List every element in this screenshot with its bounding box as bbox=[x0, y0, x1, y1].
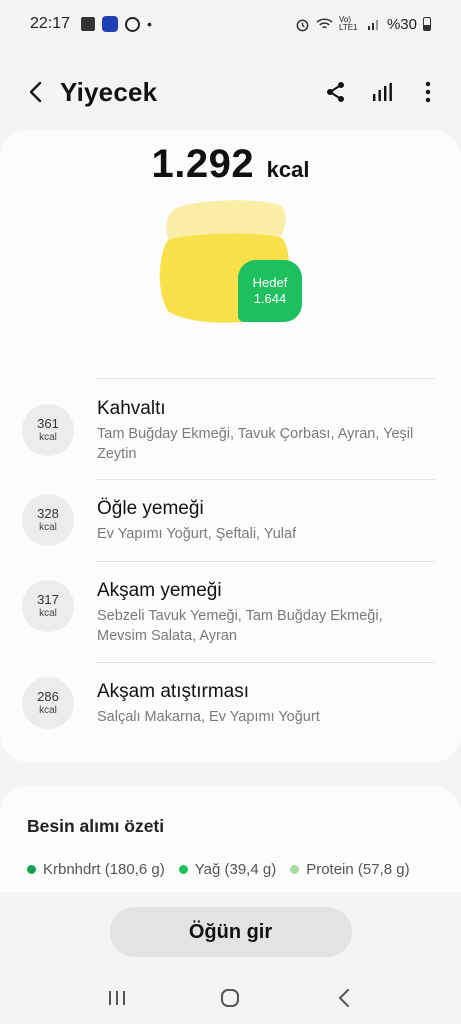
total-kcal-value: 1.292 bbox=[151, 142, 255, 186]
battery-label: %30 bbox=[386, 15, 417, 33]
alarm-icon bbox=[296, 19, 309, 31]
meal-kcal-unit: kcal bbox=[39, 608, 57, 619]
recents-icon[interactable] bbox=[102, 983, 132, 1013]
meal-foods: Salçalı Makarna, Ev Yapımı Yoğurt bbox=[97, 709, 320, 725]
meal-kcal-value: 286 bbox=[37, 689, 59, 704]
goal-label: Hedef bbox=[252, 275, 288, 290]
wifi-icon bbox=[316, 18, 333, 29]
share-icon[interactable] bbox=[323, 79, 349, 105]
meal-foods: Ev Yapımı Yoğurt, Şeftali, Yulaf bbox=[97, 526, 297, 542]
notification-dot: • bbox=[147, 16, 152, 32]
status-time: 22:17 bbox=[30, 15, 71, 32]
log-meal-button[interactable]: Öğün gir bbox=[109, 907, 352, 957]
total-calories: 1.292 kcal bbox=[0, 142, 461, 187]
meal-foods: Sebzeli Tavuk Yemeği, Tam Buğday Ekmeği,… bbox=[97, 608, 383, 644]
meal-name: Akşam yemeği bbox=[97, 580, 222, 601]
package-icon bbox=[81, 17, 96, 31]
back-arrow-icon[interactable] bbox=[20, 76, 52, 108]
nutrition-summary-title: Besin alımı özeti bbox=[27, 816, 165, 836]
system-nav-bar bbox=[0, 972, 461, 1024]
whatsapp-icon bbox=[125, 16, 141, 32]
page-title: Yiyecek bbox=[60, 76, 158, 107]
meal-name: Akşam atıştırması bbox=[97, 681, 250, 702]
nutrition-summary-card[interactable]: Besin alımı özeti Krbnhdrt (180,6 g) Yağ… bbox=[0, 786, 461, 896]
macro-dot bbox=[178, 865, 188, 874]
app-badge-icon bbox=[102, 16, 119, 32]
action-bar: Öğün gir bbox=[0, 892, 461, 972]
network-label: Vo) LTE1 bbox=[338, 15, 358, 32]
macro-label: Yağ (39,4 g) bbox=[194, 861, 277, 878]
meal-row-dinner[interactable]: 317 kcal Akşam yemeği Sebzeli Tavuk Yeme… bbox=[0, 562, 461, 662]
home-icon[interactable] bbox=[215, 983, 245, 1013]
macro-label: Protein (57,8 g) bbox=[306, 861, 410, 878]
stats-icon[interactable] bbox=[369, 79, 395, 105]
macro-legend: Krbnhdrt (180,6 g) Yağ (39,4 g) Protein … bbox=[27, 861, 410, 878]
battery-icon bbox=[423, 17, 431, 31]
meal-kcal-unit: kcal bbox=[39, 432, 57, 443]
goal-badge: Hedef 1.644 bbox=[238, 260, 302, 322]
meal-foods: Tam Buğday Ekmeği, Tavuk Çorbası, Ayran,… bbox=[97, 426, 414, 462]
macro-dot bbox=[27, 865, 36, 874]
meal-kcal-value: 361 bbox=[37, 416, 59, 431]
macro-carbs: Krbnhdrt (180,6 g) bbox=[27, 861, 165, 878]
meal-kcal-value: 328 bbox=[37, 506, 59, 521]
macro-protein: Protein (57,8 g) bbox=[290, 861, 410, 878]
app-header: Yiyecek bbox=[0, 56, 461, 128]
meal-row-lunch[interactable]: 328 kcal Öğle yemeği Ev Yapımı Yoğurt, Ş… bbox=[0, 480, 461, 562]
meal-kcal-badge: 286 kcal bbox=[22, 677, 74, 729]
meal-kcal-badge: 328 kcal bbox=[22, 494, 74, 546]
meal-kcal-badge: 317 kcal bbox=[22, 580, 74, 632]
meal-row-evening-snack[interactable]: 286 kcal Akşam atıştırması Salçalı Makar… bbox=[0, 663, 461, 745]
meal-name: Kahvaltı bbox=[97, 398, 166, 419]
status-bar: 22:17 • Vo) LTE1 %30 bbox=[0, 0, 461, 48]
meal-kcal-value: 317 bbox=[37, 592, 59, 607]
macro-label: Krbnhdrt (180,6 g) bbox=[43, 861, 165, 878]
food-summary-card: 1.292 kcal Hedef 1.644 361 kcal Kahvaltı… bbox=[0, 130, 461, 762]
goal-value: 1.644 bbox=[253, 291, 287, 306]
total-kcal-unit: kcal bbox=[266, 157, 310, 182]
meal-kcal-unit: kcal bbox=[39, 522, 57, 533]
macro-fat: Yağ (39,4 g) bbox=[178, 861, 277, 878]
back-nav-icon[interactable] bbox=[329, 983, 359, 1013]
more-icon[interactable] bbox=[415, 79, 441, 105]
meal-row-breakfast[interactable]: 361 kcal Kahvaltı Tam Buğday Ekmeği, Tav… bbox=[0, 378, 461, 478]
meal-kcal-unit: kcal bbox=[39, 705, 57, 716]
meal-kcal-badge: 361 kcal bbox=[22, 404, 74, 456]
meal-name: Öğle yemeği bbox=[97, 498, 204, 519]
signal-icon bbox=[367, 20, 378, 30]
macro-dot bbox=[290, 865, 300, 874]
